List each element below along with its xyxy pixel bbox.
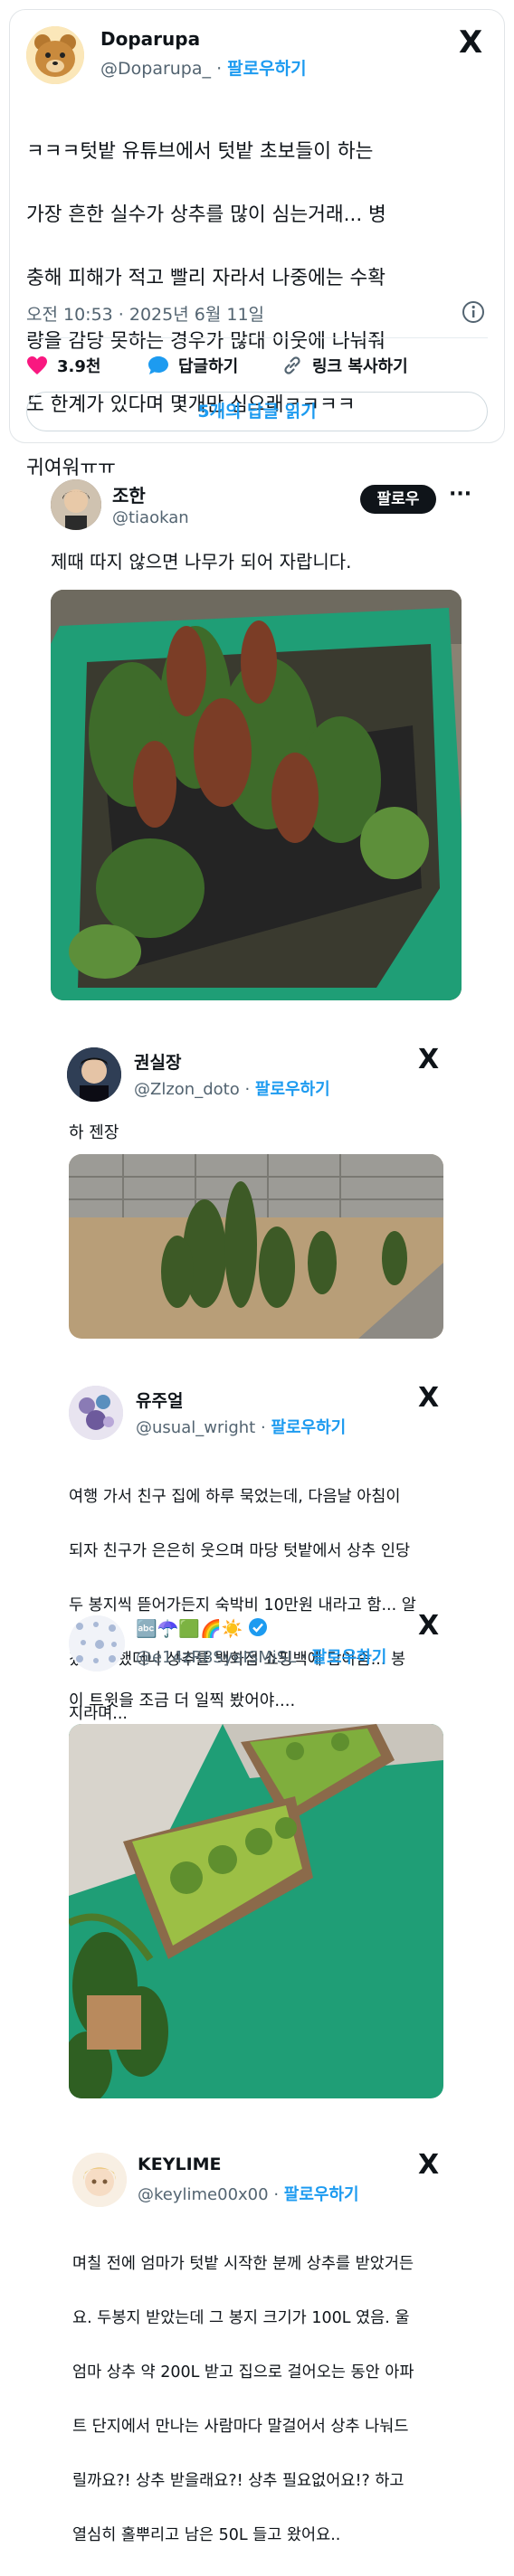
person-avatar-icon [51,479,101,530]
divider [26,337,488,338]
quote-text-line: 되자 친구가 은은히 웃으며 마당 텃밭에서 상추 인당 [69,1542,411,1560]
quote-author-handle-row: @keylime00x00 · 팔로우하기 [138,2182,359,2205]
avatar[interactable] [69,1386,123,1440]
x-logo-icon[interactable]: X [459,24,482,61]
overgrown-garden-image [69,1154,443,1339]
quote-author-name[interactable]: 권실장 [134,1049,181,1074]
quote-author-handle-row: @Zlzon_doto · 팔로우하기 [134,1076,330,1100]
tweet-text-line: 량을 감당 못하는 경우가 많대 이웃에 나눠줘 [26,330,386,353]
follow-link[interactable]: 팔로우하기 [311,1648,386,1667]
x-logo-icon[interactable]: X [418,1044,439,1075]
tweet-text-line: ㅋㅋㅋ텃밭 유튜브에서 텃밭 초보들이 하는 [26,140,374,163]
reply-author-name[interactable]: 조한 [112,481,146,507]
read-replies-button[interactable]: 5개의 답글 읽기 [26,392,488,431]
quote-author-name[interactable]: 🔤☂️🟩🌈☀️ [136,1619,243,1639]
tweet-text-line: 충해 피해가 적고 빨리 자라서 나중에는 수확 [26,267,386,289]
link-icon [284,356,300,374]
avatar[interactable] [69,1615,125,1672]
reply-button[interactable]: 답글하기 [148,354,238,377]
lettuce-planters-image [69,1724,443,2098]
timestamp[interactable]: 오전 10:53 · 2025년 6월 11일 [26,301,264,326]
follow-link[interactable]: 팔로우하기 [271,1418,346,1437]
quote-author-handle[interactable]: @Zlzon_doto [134,1080,240,1099]
dot-separator: · [301,1648,312,1667]
quote-text-line: 릴까요?! 상추 받을래요?! 상추 필요없어요!? 하고 [72,2472,405,2490]
like-button[interactable]: 3.9천 [26,354,100,377]
like-count: 3.9천 [57,357,101,376]
info-icon[interactable] [461,299,486,325]
quote-text: 하 젠장 [69,1123,119,1142]
reply-label: 답글하기 [178,357,239,376]
dot-separator: · [244,1080,255,1099]
planter-photo[interactable] [69,1724,443,2098]
tweet-text-line: 귀여워ㅠㅠ [26,457,116,479]
quote-text-line: 열심히 홀뿌리고 남은 50L 들고 왔어요.. [72,2526,341,2544]
copy-link-label: 링크 복사하기 [312,357,408,376]
x-logo-icon[interactable]: X [418,2149,439,2181]
main-tweet-card: Doparupa @Doparupa_ · 팔로우하기 X ㅋㅋㅋ텃밭 유튜브에… [9,9,505,479]
quote-author-name[interactable]: KEYLIME [138,2155,222,2174]
quote-author-name-row: 🔤☂️🟩🌈☀️ [136,1617,268,1642]
follow-button[interactable]: 팔로우 [360,485,436,514]
quote-text-line: 엄마 상추 약 200L 받고 집으로 걸어오는 동안 아파 [72,2363,414,2382]
pattern-avatar-icon [69,1615,125,1672]
overgrown-lettuce-image [51,590,462,1000]
heart-icon [27,356,47,374]
x-logo-icon[interactable]: X [418,1610,439,1642]
quote-text-line: 여행 가서 친구 집에 하루 묵었는데, 다음날 아침이 [69,1488,401,1506]
quote-author-handle[interactable]: @usual_wright [136,1418,255,1437]
quote-text-line: 며칠 전에 엄마가 텃밭 시작한 분께 상추를 받았거든 [72,2255,414,2273]
x-logo-icon[interactable]: X [418,1382,439,1414]
quote-author-handle[interactable]: @e14zR8SyeISMiSL [136,1648,296,1667]
quote-author-handle[interactable]: @keylime00x00 [138,2185,269,2204]
author-handle-row: @Doparupa_ · 팔로우하기 [100,55,307,80]
quote-text-line: 두 봉지씩 뜯어가든지 숙박비 10만원 내라고 함... 알 [69,1596,416,1615]
follow-link[interactable]: 팔로우하기 [255,1080,330,1099]
quote-text: 이 트윗을 조금 더 일찍 봤어야.... [69,1691,296,1710]
flower-avatar-icon [69,1386,123,1440]
reply-text: 제때 따지 않으면 나무가 되어 자랍니다. [51,551,352,573]
bear-avatar-icon [26,26,84,84]
quote-author-name[interactable]: 유주얼 [136,1387,183,1412]
follow-link[interactable]: 팔로우하기 [227,59,306,79]
quote-text: 며칠 전에 엄마가 텃밭 시작한 분께 상추를 받았거든 요. 두봉지 받았는데… [72,2223,452,2576]
avatar[interactable] [67,1047,121,1102]
verified-badge-icon [248,1617,268,1642]
planter-photo[interactable] [51,590,462,1000]
tweet-text-line: 가장 흔한 실수가 상추를 많이 심는거래... 병 [26,204,386,226]
follow-link[interactable]: 팔로우하기 [284,2185,359,2204]
reply-author-handle[interactable]: @tiaokan [112,508,189,527]
quote-author-handle-row: @usual_wright · 팔로우하기 [136,1415,346,1438]
avatar[interactable] [51,479,101,530]
dot-separator: · [273,2185,284,2204]
anime-avatar-icon [72,2153,127,2207]
dot-separator: · [216,59,228,79]
quote-text-line: 트 단지에서 만나는 사람마다 말걸어서 상추 나눠드 [72,2418,409,2436]
quote-text-line: 요. 두봉지 받았는데 그 봉지 크기가 100L 였음. 울 [72,2309,410,2327]
author-handle[interactable]: @Doparupa_ [100,59,211,79]
dot-separator: · [260,1418,271,1437]
speech-bubble-icon [148,356,168,374]
avatar[interactable] [72,2153,127,2207]
author-name[interactable]: Doparupa [100,28,200,50]
person-avatar-icon [67,1047,121,1102]
more-options-icon[interactable]: ··· [449,483,471,506]
quote-author-handle-row: @e14zR8SyeISMiSL · 팔로우하기 [136,1644,386,1668]
garden-photo[interactable] [69,1154,443,1339]
avatar[interactable] [26,26,84,84]
copy-link-button[interactable]: 링크 복사하기 [281,354,408,377]
